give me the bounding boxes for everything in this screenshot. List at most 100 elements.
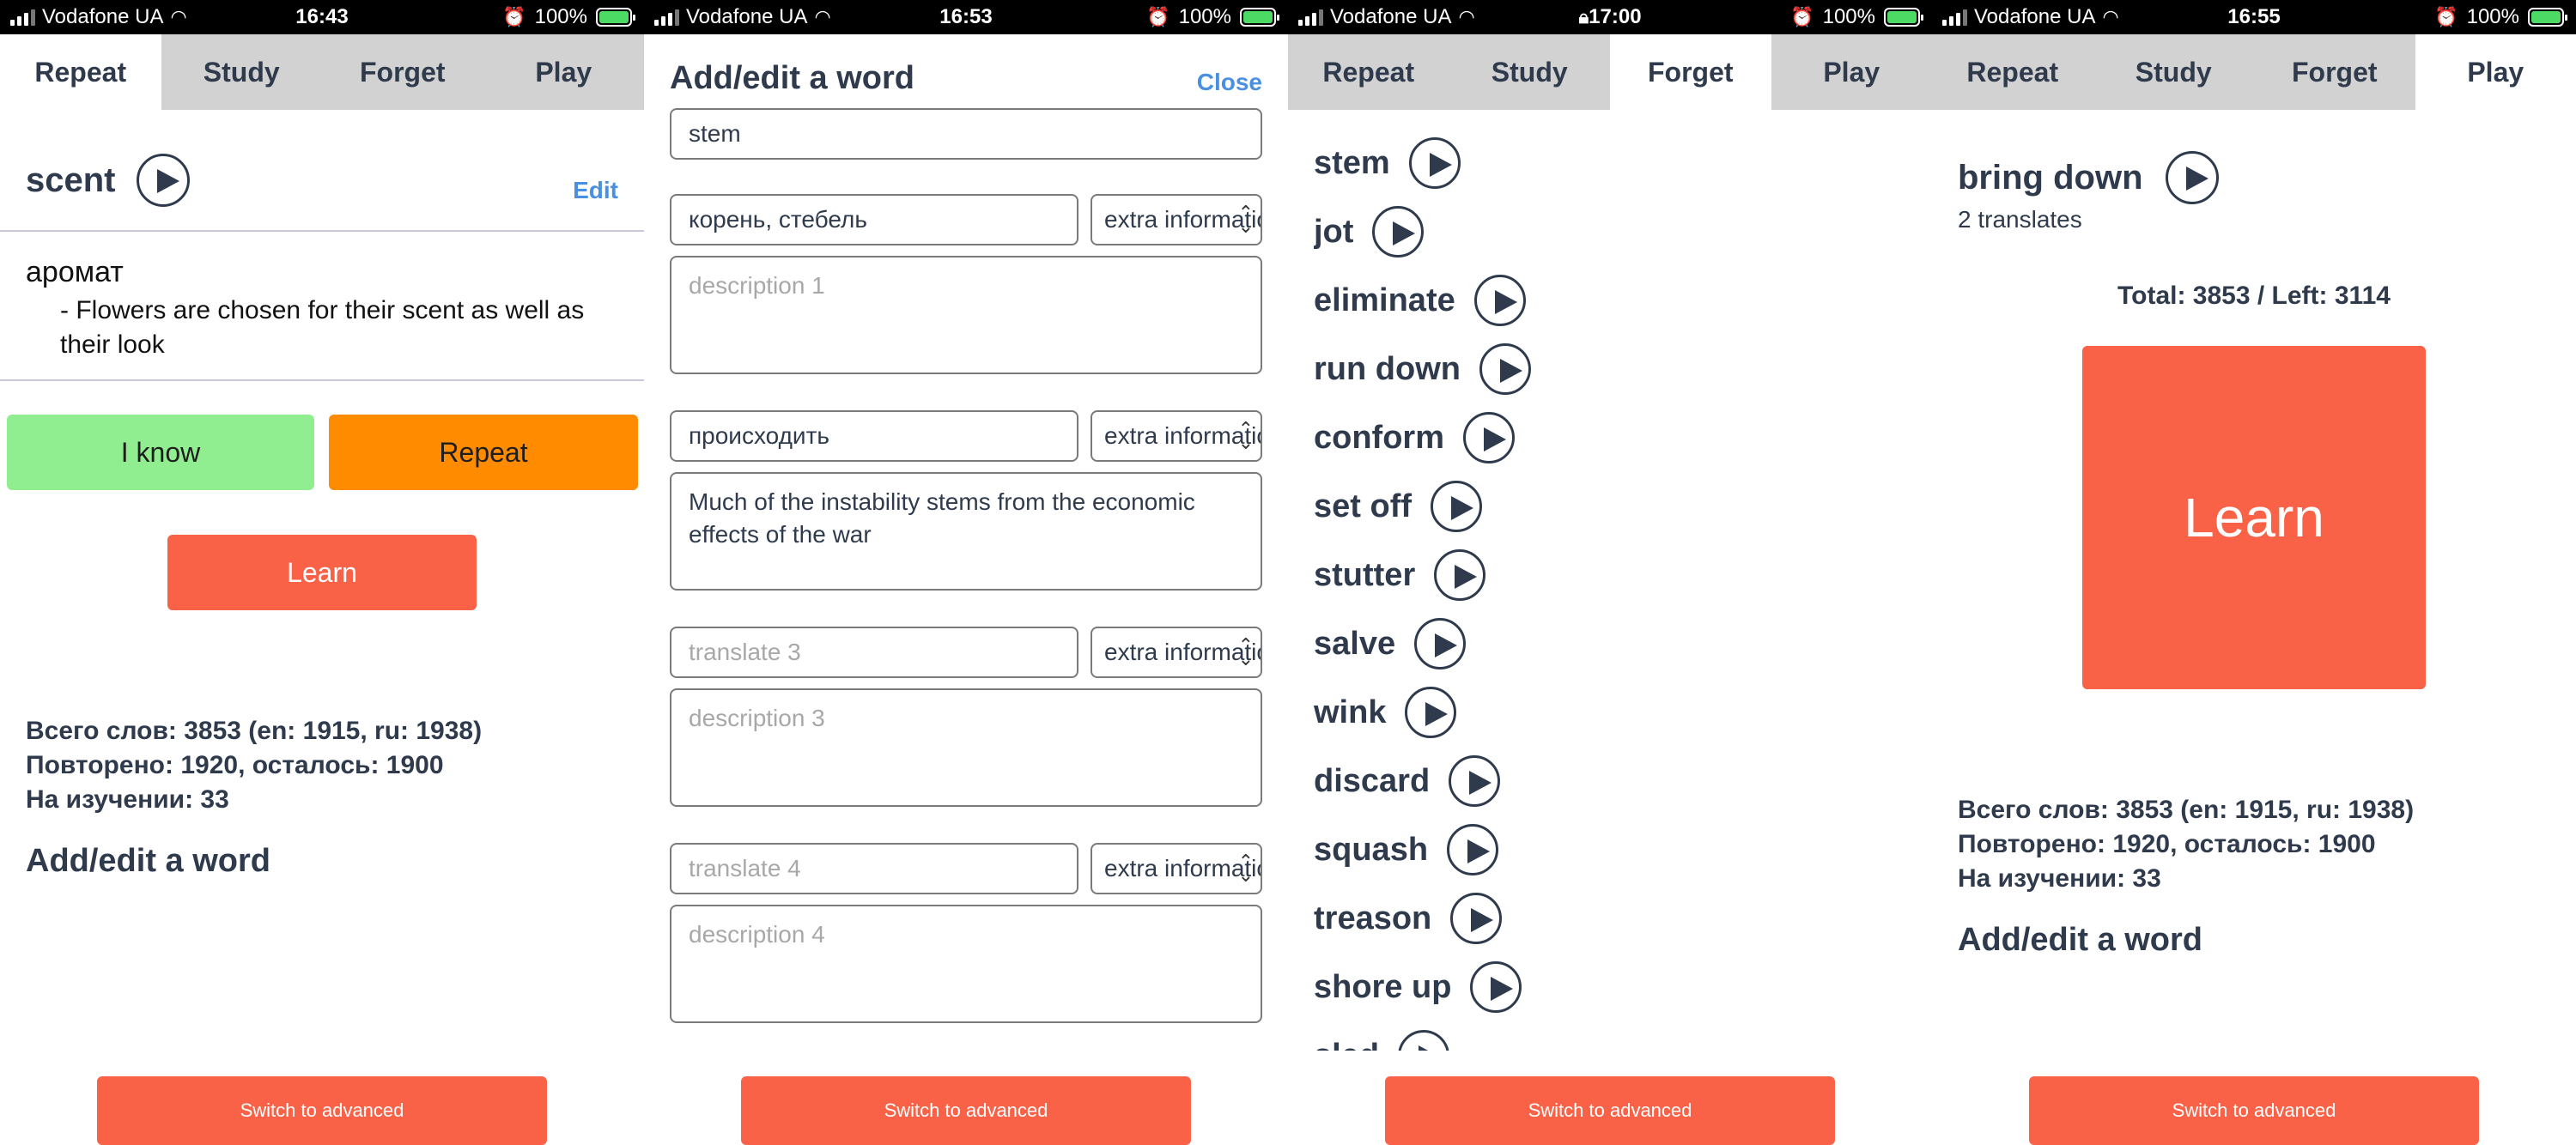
play-icon[interactable] [1450,893,1503,944]
chevron-updown-icon: ⌃ ⌄ [1237,851,1254,886]
play-icon[interactable] [1398,1030,1450,1051]
translate-2-input[interactable]: происходить [670,410,1078,462]
battery-icon [2528,8,2567,27]
tab-forget[interactable]: Forget [322,34,483,110]
tab-play[interactable]: Play [483,34,645,110]
tab-play[interactable]: Play [2415,34,2576,110]
list-item[interactable]: treason [1314,884,1915,953]
description-1-input[interactable]: description 1 [670,256,1262,374]
play-icon[interactable] [1473,275,1526,326]
alarm-icon: ⏰ [1790,6,1814,27]
alarm-icon: ⏰ [1146,6,1170,27]
translate-4-input[interactable]: translate 4 [670,843,1078,894]
tab-play[interactable]: Play [1771,34,1933,110]
translate-1-input[interactable]: корень, стебель [670,194,1078,245]
play-icon[interactable] [1408,137,1461,189]
list-item[interactable]: run down [1314,335,1915,403]
description-2-input[interactable]: Much of the instability stems from the e… [670,472,1262,591]
word-label: set off [1314,488,1412,524]
switch-to-advanced-button[interactable]: Switch to advanced [97,1076,547,1145]
play-icon[interactable] [1449,755,1501,807]
description-4-input[interactable]: description 4 [670,905,1262,1023]
tab-repeat[interactable]: Repeat [1288,34,1449,110]
list-item[interactable]: conform [1314,403,1915,472]
play-screen: Vodafone UA ◠ 16:55 ⏰ 100% Repeat Study Fo… [1932,0,2576,1145]
example-sentence: - Flowers are chosen for their scent as … [60,296,585,359]
battery-percent: 100% [2466,5,2519,28]
page-title: Add/edit a word [670,60,914,96]
play-icon[interactable] [1434,549,1486,601]
stats-total: Всего слов: 3853 (en: 1915, ru: 1938) [26,717,483,745]
extra-info-select-4[interactable]: extra information⌃⌄ [1091,843,1262,894]
word-title: scent [26,161,116,199]
tab-repeat[interactable]: Repeat [1932,34,2093,110]
battery-icon [596,8,635,27]
extra-info-select-3[interactable]: extra information⌃⌄ [1091,627,1262,678]
word-title: bring down [1958,158,2143,197]
list-item[interactable]: shore up [1314,953,1915,1021]
edit-link[interactable]: Edit [573,177,618,204]
translates-count: 2 translates [1958,206,2082,233]
repeat-button[interactable]: Repeat [329,415,638,490]
learn-button[interactable]: Learn [2082,346,2426,689]
play-icon[interactable] [1431,481,1482,532]
translate-3-input[interactable]: translate 3 [670,627,1078,678]
word-label: treason [1314,900,1432,936]
word-label: salve [1314,625,1396,662]
battery-icon [1240,8,1279,27]
status-bar: Vodafone UA ◠ 🔒︎17:00 ⏰ 100% [1288,0,1932,34]
status-bar: Vodafone UA ◠ 16:53 ⏰ 100% [644,0,1288,34]
alarm-icon: ⏰ [2434,6,2458,27]
word-label: shore up [1314,968,1452,1005]
switch-to-advanced-button[interactable]: Switch to advanced [2029,1076,2479,1145]
extra-info-select-1[interactable]: extra information⌃⌄ [1091,194,1262,245]
stats-block: Всего слов: 3853 (en: 1915, ru: 1938) По… [26,714,482,817]
add-edit-word-link[interactable]: Add/edit a word [26,843,270,880]
description-3-input[interactable]: description 3 [670,688,1262,807]
tab-bar: Repeat Study Forget Play [1932,34,2576,110]
tab-forget[interactable]: Forget [1610,34,1771,110]
list-item[interactable]: stutter [1314,541,1915,609]
learn-button[interactable]: Learn [167,535,477,610]
i-know-button[interactable]: I know [7,415,314,490]
chevron-updown-icon: ⌃ ⌄ [1237,202,1254,237]
switch-to-advanced-button[interactable]: Switch to advanced [1385,1076,1835,1145]
word-label: eliminate [1314,282,1455,318]
tab-repeat[interactable]: Repeat [0,34,161,110]
close-button[interactable]: Close [1197,69,1262,96]
list-item[interactable]: eliminate [1314,266,1915,335]
add-edit-word-link[interactable]: Add/edit a word [1958,922,2202,959]
tab-bar: Repeat Study Forget Play [1288,34,1932,110]
list-item[interactable]: wink [1314,678,1915,747]
word-header: scent [26,153,618,208]
play-icon[interactable] [1372,206,1425,257]
list-item[interactable]: sled [1314,1021,1915,1051]
list-item[interactable]: discard [1314,747,1915,815]
play-icon[interactable] [2165,151,2219,204]
switch-to-advanced-button[interactable]: Switch to advanced [741,1076,1191,1145]
list-item[interactable]: squash [1314,815,1915,884]
tab-study[interactable]: Study [1449,34,1611,110]
divider [0,379,644,381]
play-icon[interactable] [1479,343,1531,395]
play-icon[interactable] [1405,687,1457,738]
play-icon[interactable] [1463,412,1515,463]
tab-study[interactable]: Study [2093,34,2255,110]
tab-forget[interactable]: Forget [2254,34,2415,110]
alarm-icon: ⏰ [502,6,526,27]
list-item[interactable]: salve [1314,609,1915,678]
play-icon[interactable] [1447,824,1499,875]
play-icon[interactable] [136,154,190,207]
status-bar: Vodafone UA ◠ 16:55 ⏰ 100% [1932,0,2576,34]
extra-info-select-2[interactable]: extra information⌃⌄ [1091,410,1262,462]
list-item[interactable]: stem [1314,129,1915,197]
list-item[interactable]: jot [1314,197,1915,266]
total-counter: Total: 3853 / Left: 3114 [2117,282,2391,310]
play-icon[interactable] [1470,961,1522,1013]
word-label: conform [1314,419,1444,456]
play-icon[interactable] [1414,618,1467,669]
tab-study[interactable]: Study [161,34,323,110]
word-input[interactable]: stem [670,108,1262,160]
word-label: sled [1314,1038,1379,1051]
list-item[interactable]: set off [1314,472,1915,541]
